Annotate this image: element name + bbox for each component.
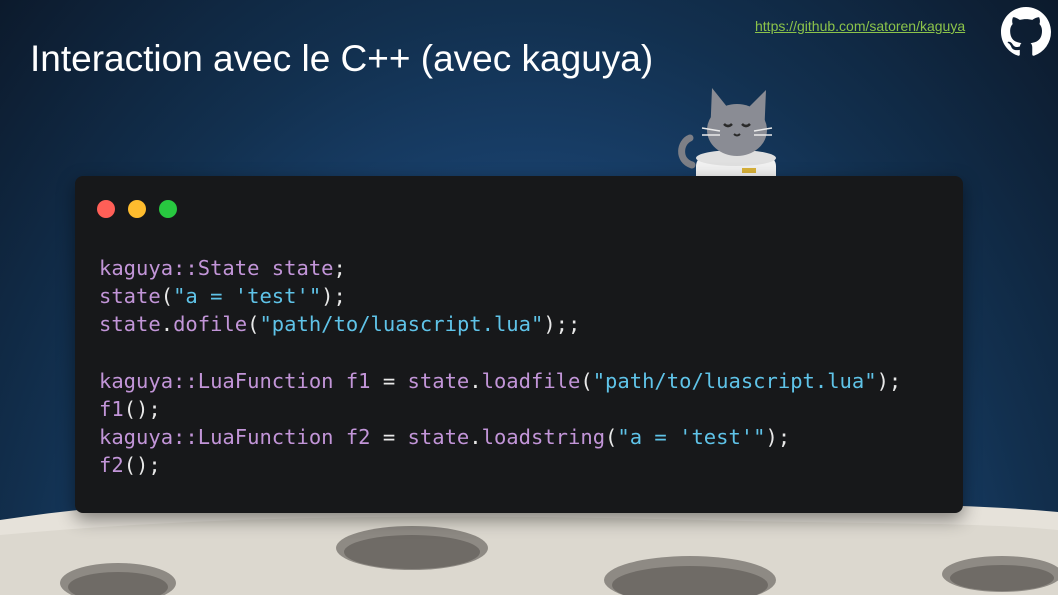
github-icon[interactable] bbox=[1001, 7, 1051, 57]
code-token: "path/to/luascript.lua" bbox=[592, 368, 877, 393]
code-token: "path/to/luascript.lua" bbox=[259, 312, 544, 337]
code-token: . bbox=[469, 368, 482, 393]
code-token: kaguya::LuaFunction f1 bbox=[99, 368, 383, 393]
code-token: ( bbox=[247, 312, 260, 337]
code-token: "a = 'test'" bbox=[617, 425, 766, 450]
code-token: f1 bbox=[99, 397, 124, 422]
code-line: kaguya::LuaFunction f2 = state.loadstrin… bbox=[99, 425, 790, 449]
code-token: dofile bbox=[173, 312, 248, 337]
code-block: kaguya::State state; state("a = 'test'")… bbox=[99, 254, 901, 480]
code-line: state.dofile("path/to/luascript.lua");; bbox=[99, 312, 580, 336]
code-token: ); bbox=[321, 284, 346, 309]
code-token: );; bbox=[543, 312, 581, 337]
code-token: . bbox=[160, 312, 174, 337]
code-token: ; bbox=[333, 256, 346, 280]
code-window: kaguya::State state; state("a = 'test'")… bbox=[75, 176, 963, 513]
maximize-button[interactable] bbox=[159, 200, 177, 218]
code-token: ( bbox=[580, 368, 593, 393]
code-line: f2(); bbox=[99, 453, 161, 477]
code-token: ( bbox=[605, 425, 618, 450]
code-token: ); bbox=[876, 368, 902, 393]
code-token: (); bbox=[123, 397, 161, 422]
code-token: = bbox=[382, 425, 396, 450]
code-token: "a = 'test'" bbox=[173, 284, 322, 309]
code-line: state("a = 'test'"); bbox=[99, 284, 346, 308]
minimize-button[interactable] bbox=[128, 200, 146, 218]
code-token: kaguya::State state bbox=[99, 256, 334, 280]
close-button[interactable] bbox=[97, 200, 115, 218]
code-token: state bbox=[99, 312, 161, 337]
code-token: (); bbox=[123, 453, 161, 478]
code-token: ); bbox=[765, 425, 791, 450]
cat-astronaut-icon bbox=[678, 88, 776, 185]
code-token: ( bbox=[160, 284, 174, 309]
slide-title: Interaction avec le C++ (avec kaguya) bbox=[30, 38, 654, 79]
code-token: loadfile bbox=[481, 368, 581, 393]
code-line: kaguya::State state; bbox=[99, 256, 346, 280]
code-token: . bbox=[469, 425, 482, 450]
code-token: state bbox=[395, 425, 470, 450]
code-token: = bbox=[382, 368, 396, 393]
code-token: state bbox=[395, 368, 470, 393]
code-line: kaguya::LuaFunction f1 = state.loadfile(… bbox=[99, 369, 901, 393]
github-link[interactable]: https://github.com/satoren/kaguya bbox=[755, 18, 965, 34]
code-token: kaguya::LuaFunction f2 bbox=[99, 425, 383, 450]
code-token: state bbox=[99, 284, 161, 309]
window-controls bbox=[97, 200, 177, 218]
code-token: loadstring bbox=[481, 425, 606, 450]
code-token: f2 bbox=[99, 453, 124, 478]
code-line: f1(); bbox=[99, 397, 161, 421]
